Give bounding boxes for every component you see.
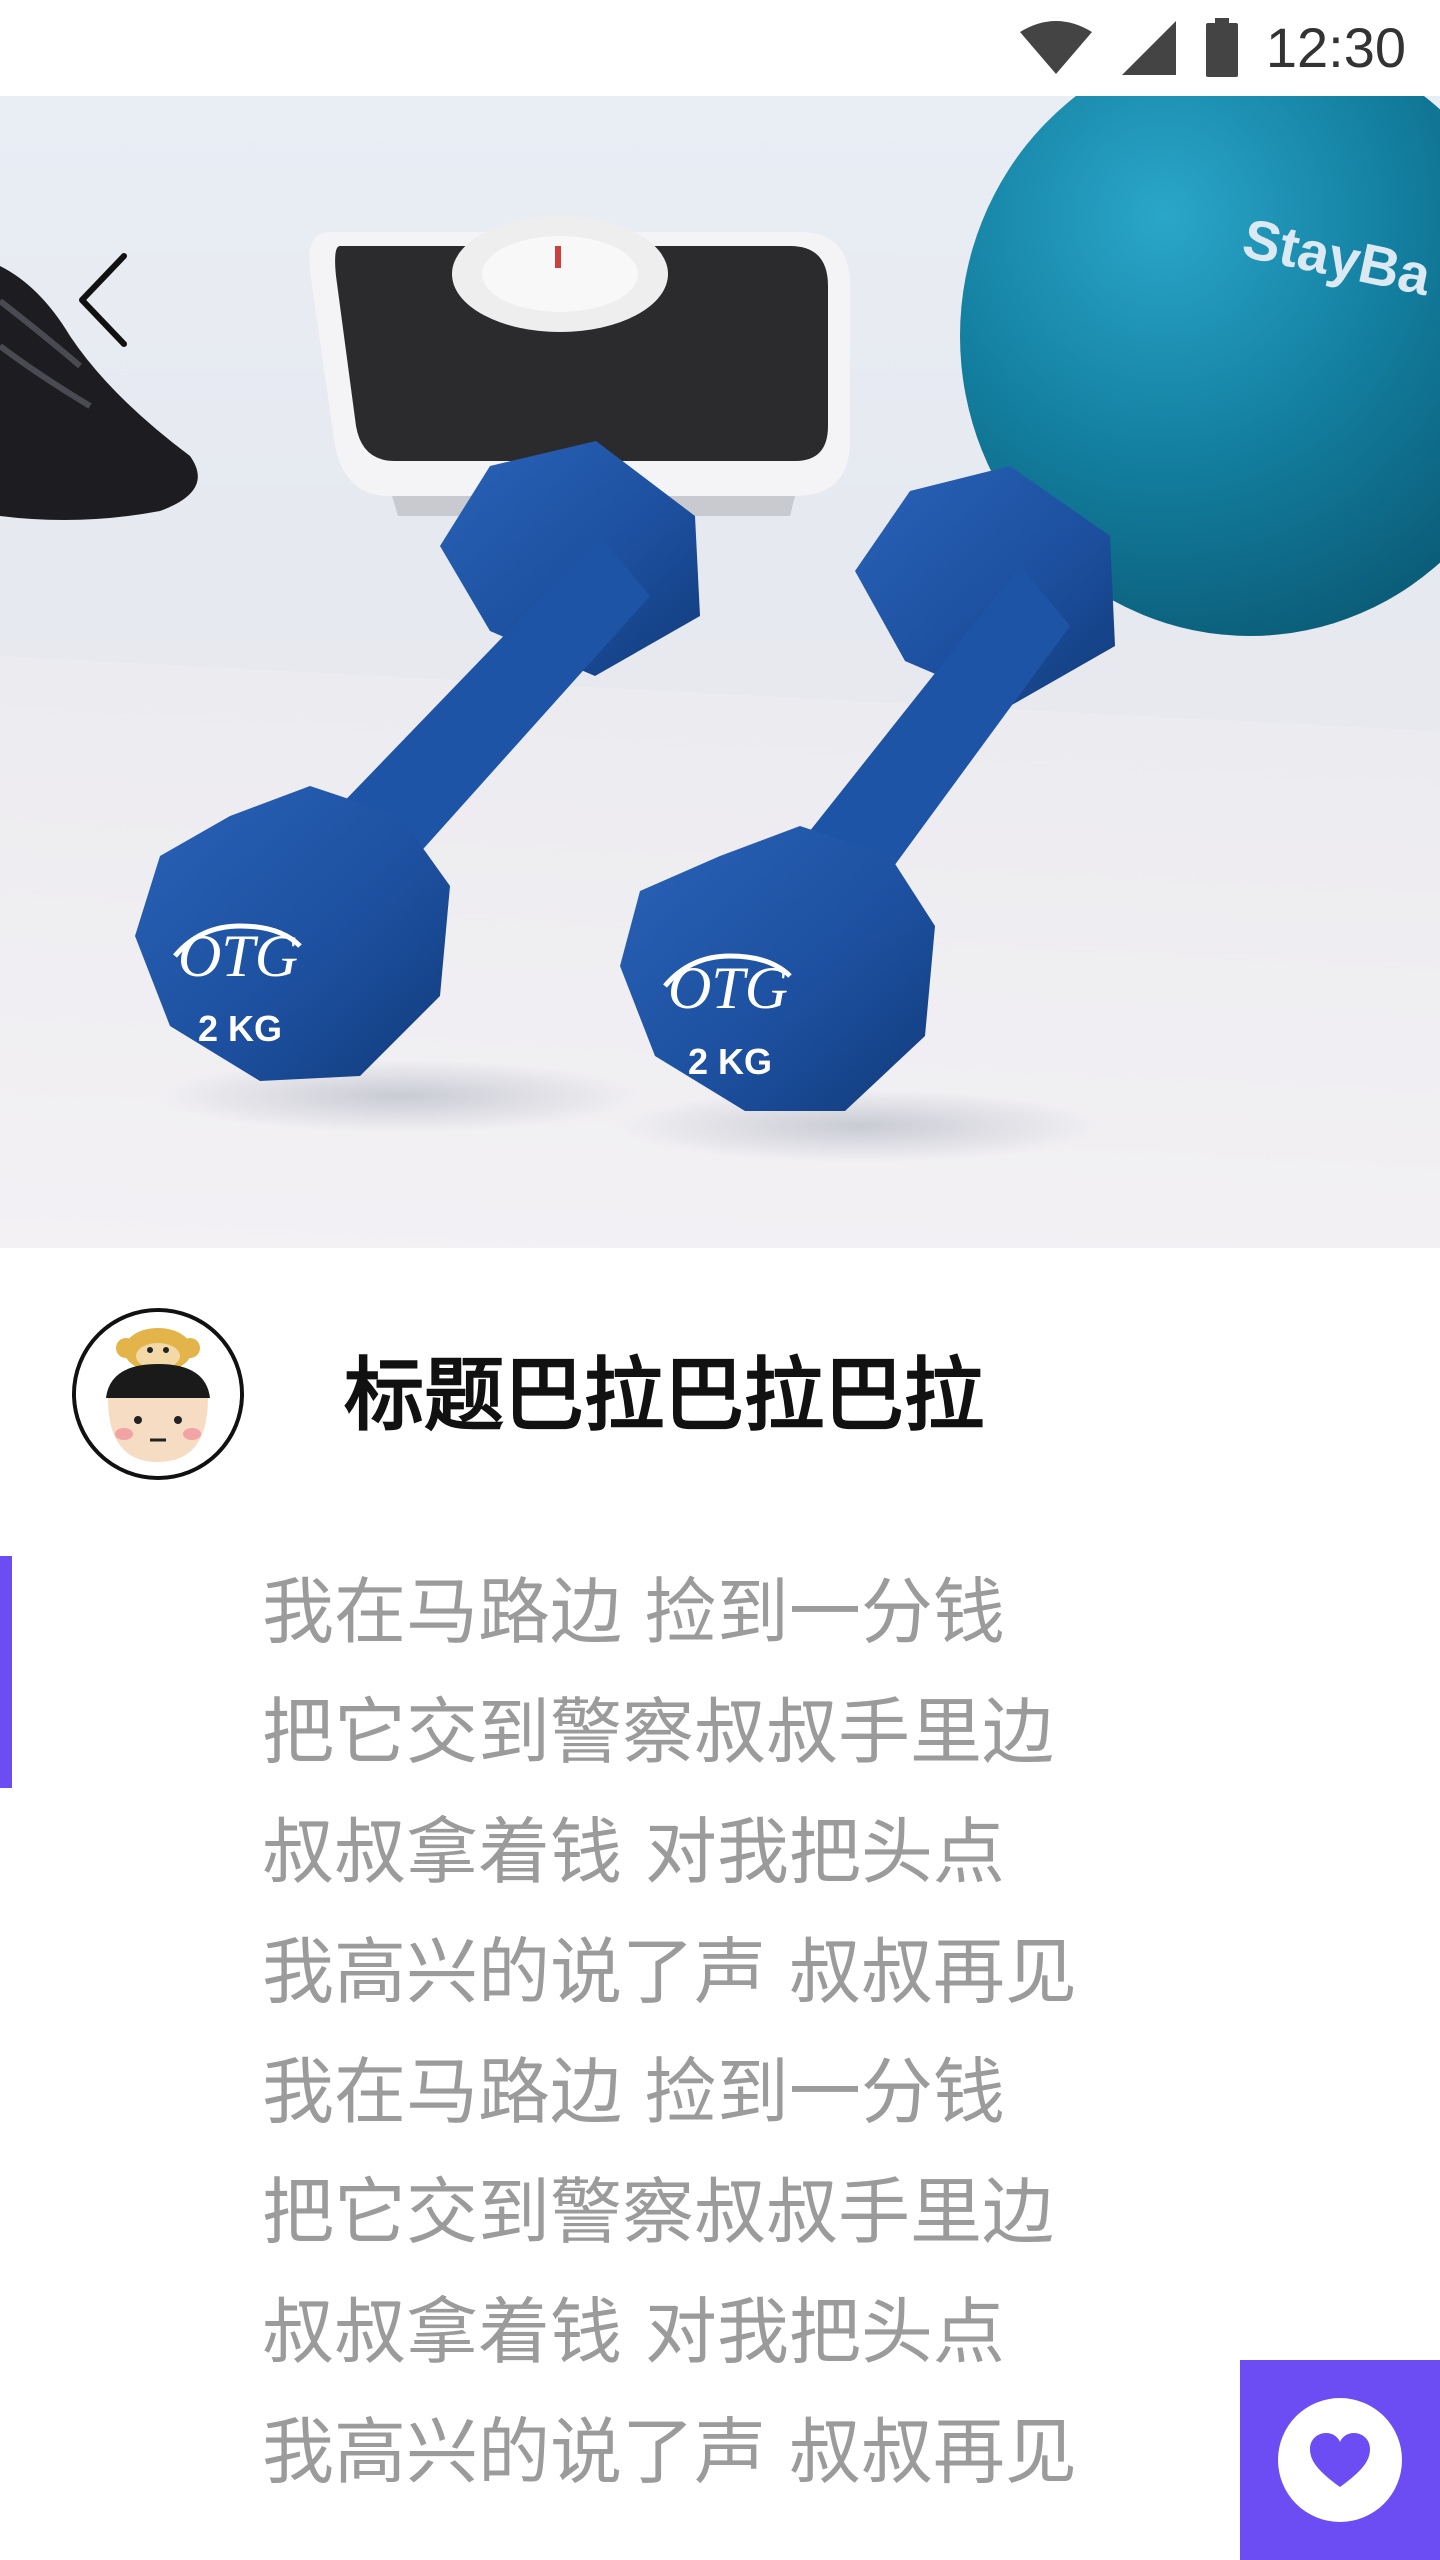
body-line: 我高兴的说了声 叔叔再见 [262,1930,1077,2014]
status-bar: 12:30 [0,0,1440,96]
like-button[interactable] [1278,2398,1402,2522]
avatar-cartoon [76,1312,240,1476]
like-panel [1240,2360,1440,2560]
body-line: 叔叔拿着钱 对我把头点 [262,2290,1005,2374]
battery-icon [1205,18,1238,77]
svg-text:2 KG: 2 KG [688,1041,772,1082]
back-button[interactable] [56,240,152,360]
heart-icon [1310,2433,1370,2487]
chevron-left-icon [79,253,127,347]
body-line: 我在马路边 捡到一分钱 [262,1570,1005,1654]
body-line: 我在马路边 捡到一分钱 [262,2050,1005,2134]
body-line: 把它交到警察叔叔手里边 [262,2170,1055,2254]
svg-text:OTG: OTG [178,923,298,989]
article-title: 标题巴拉巴拉巴拉 [344,1349,984,1442]
hero-image: StayBa OTG 2 KG OTG 2 KG [0,96,1440,1248]
clock: 12:30 [1265,16,1406,79]
hero-illustration: StayBa OTG 2 KG OTG 2 KG [0,96,1440,1162]
status-icons: 12:30 [1018,12,1406,84]
cell-signal-icon [1121,21,1176,75]
accent-indicator [0,1556,12,1788]
article-body: 我在马路边 捡到一分钱 把它交到警察叔叔手里边 叔叔拿着钱 对我把头点 我高兴的… [262,1552,1262,2512]
body-line: 我高兴的说了声 叔叔再见 [262,2410,1077,2494]
body-line: 叔叔拿着钱 对我把头点 [262,1810,1005,1894]
body-line: 把它交到警察叔叔手里边 [262,1690,1055,1774]
dumbbell-left: OTG 2 KG [135,441,700,1081]
svg-text:OTG: OTG [668,955,788,1021]
svg-text:2 KG: 2 KG [198,1008,282,1049]
wifi-icon [1019,21,1092,74]
avatar[interactable] [72,1308,244,1480]
